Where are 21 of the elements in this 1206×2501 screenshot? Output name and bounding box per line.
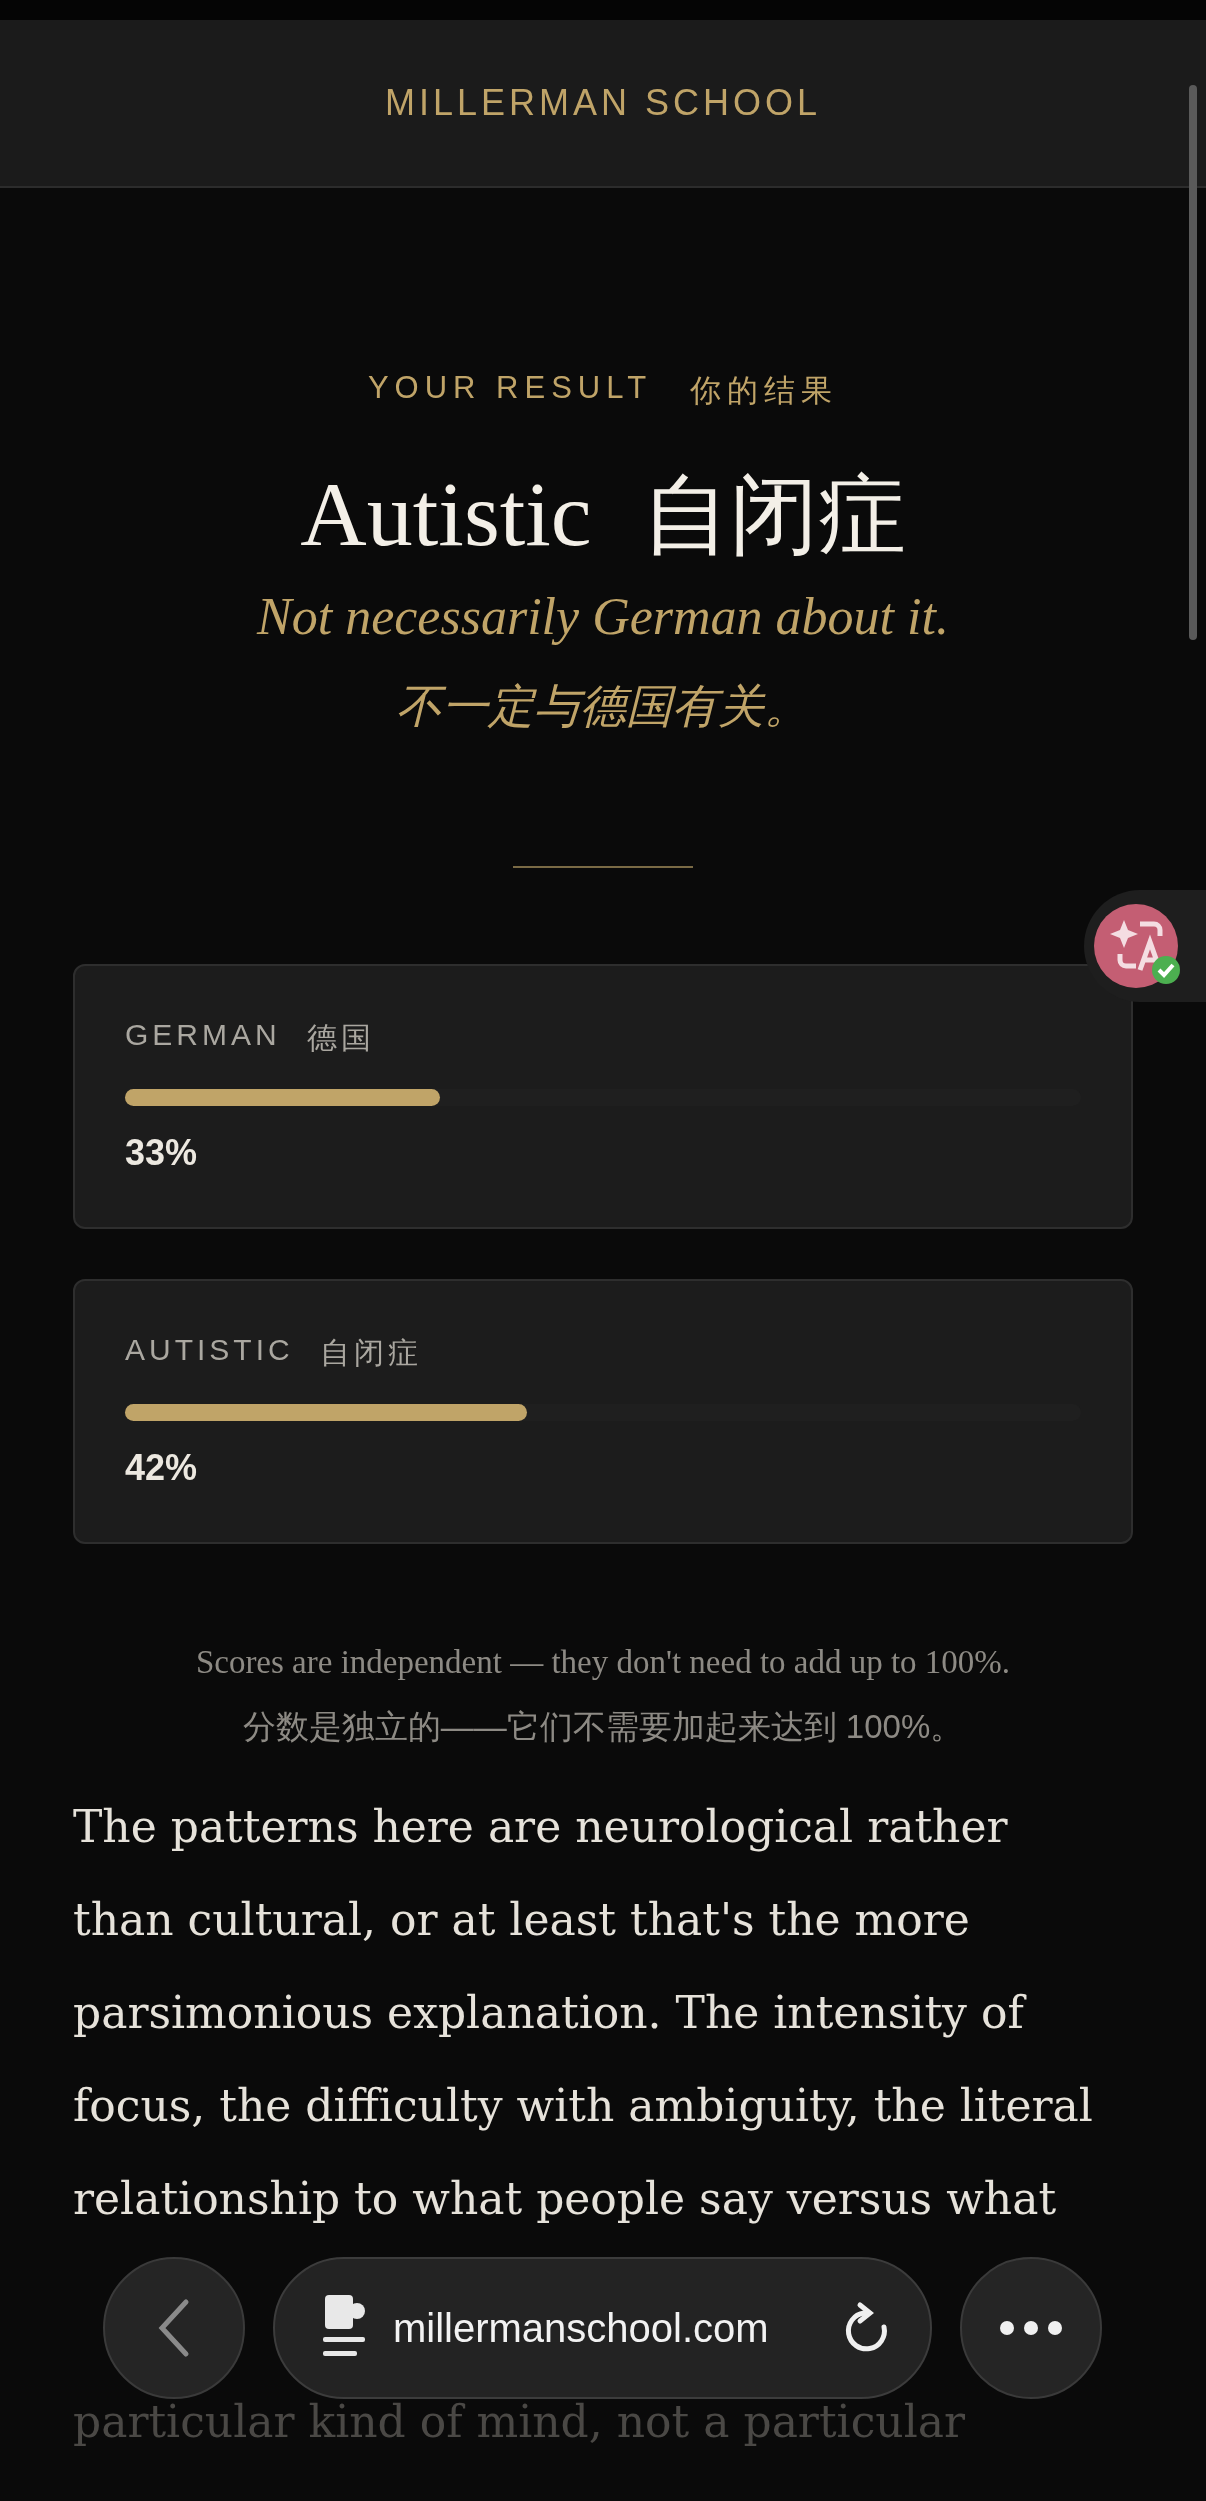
result-subtitle: Not necessarily German about it. (257, 587, 949, 647)
score-label: AUTISTIC (125, 1333, 294, 1369)
result-title-chinese: 自闭症 (641, 467, 906, 564)
result-eyebrow: YOUR RESULT (367, 370, 653, 407)
address-bar[interactable]: millermanschool.com (273, 2257, 932, 2399)
score-percent: 33% (125, 1132, 199, 1175)
translate-button[interactable] (1084, 890, 1206, 1002)
url-text: millermanschool.com (393, 2305, 770, 2351)
result-subtitle-chinese: 不一定与德国有关。 (396, 679, 810, 735)
result-eyebrow-chinese: 你的结果 (690, 372, 839, 410)
score-label: GERMAN (125, 1018, 281, 1054)
result-title: Autistic (300, 464, 592, 566)
score-label-chinese: 自闭症 (319, 1335, 422, 1372)
score-note-chinese: 分数是独立的——它们不需要加起来达到 100%。 (241, 1707, 965, 1748)
result-paragraph: The patterns here are neurological rather than cultural, or at least that's the more parsimonious explanation. The intensity of focus, the difficulty with ambiguity, the literal relationship to what people say versus what (73, 1800, 1094, 2227)
score-note: Scores are independent — they don't need to add up to 100%. (194, 1644, 1012, 1682)
score-label-chinese: 德国 (306, 1020, 375, 1057)
site-title: MILLERMAN SCHOOL (384, 82, 822, 124)
more-icon (999, 2320, 1063, 2336)
score-percent: 42% (125, 1447, 199, 1490)
scrollbar[interactable] (1189, 85, 1197, 640)
